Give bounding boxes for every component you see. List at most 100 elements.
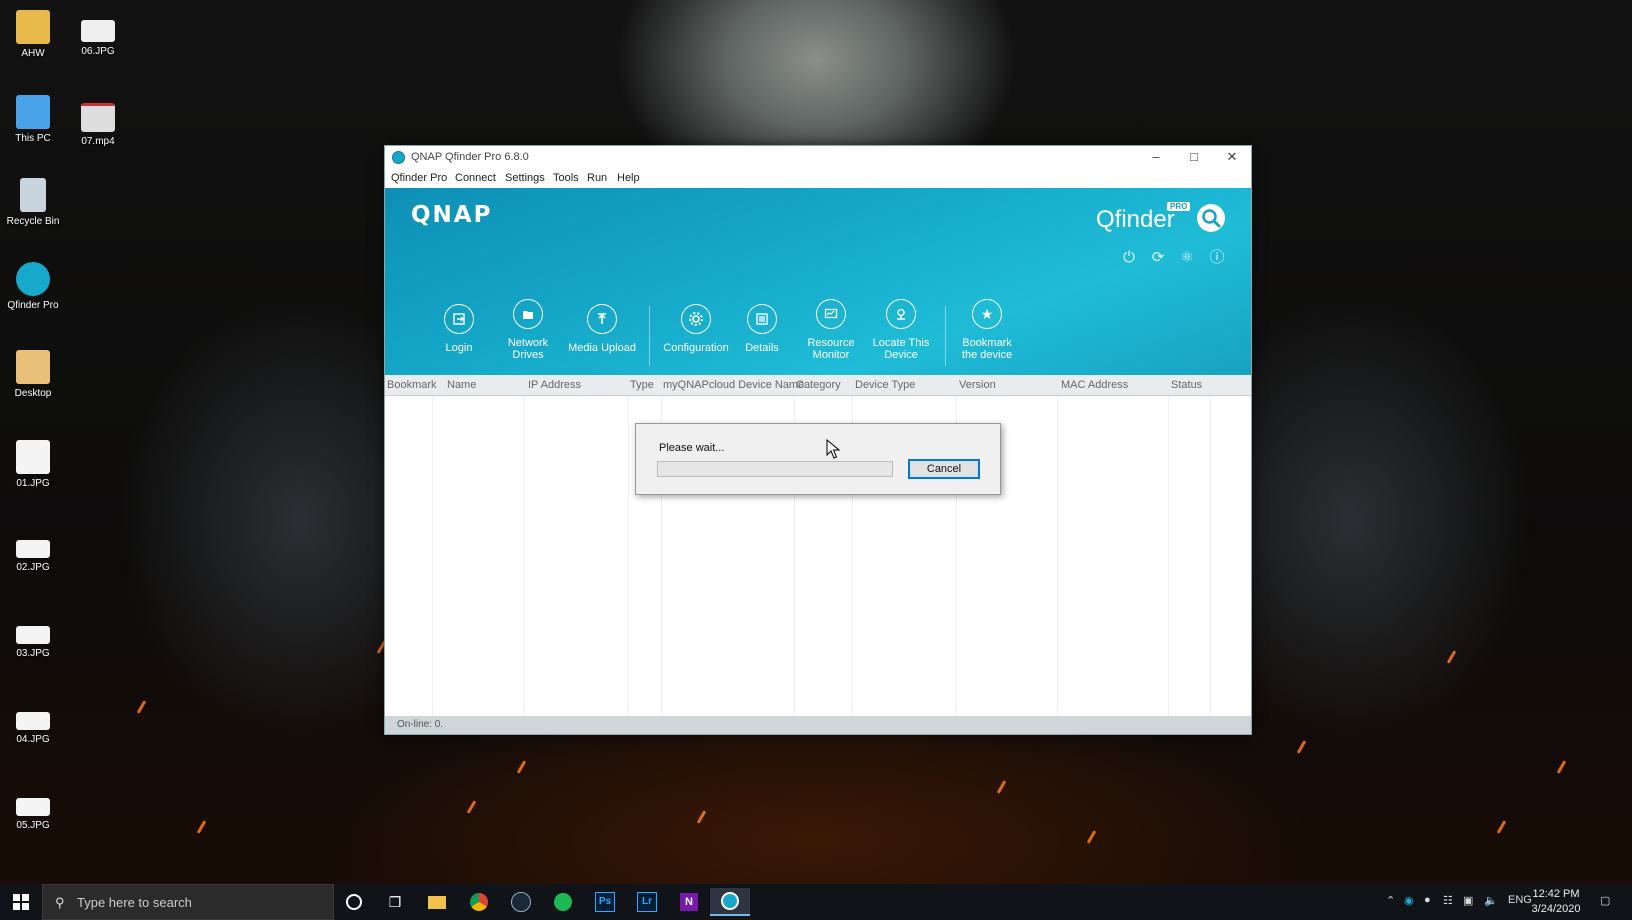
desktop-icon-03[interactable]: 03.JPG: [0, 626, 66, 659]
image-file-icon: [16, 798, 50, 816]
column-status[interactable]: Status: [1171, 379, 1202, 391]
toolbar-details[interactable]: Details: [726, 304, 798, 354]
folder-user-icon: [16, 10, 50, 44]
locate-icon: [886, 299, 916, 329]
steam-icon[interactable]: [501, 888, 541, 916]
start-button[interactable]: [0, 884, 42, 920]
image-file-icon: [16, 626, 50, 644]
menu-qfinder-pro[interactable]: Qfinder Pro: [391, 172, 447, 184]
desktop-icon-06[interactable]: 06.JPG: [65, 20, 131, 57]
globe-icon[interactable]: ⚛: [1177, 248, 1197, 268]
search-icon: ⚲: [55, 895, 65, 910]
show-hidden-icons[interactable]: ⌃: [1386, 894, 1395, 907]
menu-bar: Qfinder Pro Connect Settings Tools Run H…: [385, 168, 1251, 188]
toolbar-separator: [649, 306, 650, 366]
volume-icon[interactable]: 🔈: [1484, 894, 1498, 907]
upload-icon: [587, 304, 617, 334]
chrome-icon[interactable]: [459, 888, 499, 916]
minimize-button[interactable]: –: [1137, 146, 1175, 168]
network-drives-icon: [513, 299, 543, 329]
window-title: QNAP Qfinder Pro 6.8.0: [411, 151, 529, 163]
progress-bar: [657, 461, 893, 477]
qfinder-tray-icon[interactable]: ◉: [1404, 894, 1414, 907]
folder-icon: [16, 350, 50, 384]
clock[interactable]: 12:42 PM 3/24/2020: [1526, 887, 1586, 917]
taskbar-search[interactable]: ⚲ Type here to search: [42, 884, 334, 920]
image-file-icon: [16, 440, 50, 474]
toolbar-resource-monitor[interactable]: Resource Monitor: [795, 299, 867, 361]
toolbar-media-upload[interactable]: Media Upload: [566, 304, 638, 354]
column-category[interactable]: Category: [796, 379, 841, 391]
qfinder-app-icon: [392, 151, 405, 164]
dialog-message: Please wait...: [659, 442, 725, 454]
column-mac-address[interactable]: MAC Address: [1061, 379, 1128, 391]
desktop-icon-04[interactable]: 04.JPG: [0, 712, 66, 745]
photoshop-icon[interactable]: Ps: [585, 888, 625, 916]
menu-run[interactable]: Run: [587, 172, 607, 184]
taskbar: ⚲ Type here to search ❐ Ps Lr N ⌃ ◉ ● ☷ …: [0, 884, 1632, 920]
qfinder-logo: Qfinder: [1096, 206, 1175, 233]
toolbar-bookmark-device[interactable]: ★ Bookmark the device: [951, 299, 1023, 361]
search-icon[interactable]: [1197, 204, 1225, 232]
menu-connect[interactable]: Connect: [455, 172, 496, 184]
qfinder-icon: [16, 262, 50, 296]
header-banner: QNAP Qfinder PRO ⏻ ⟳ ⚛ ⓘ Login Network D…: [385, 188, 1251, 375]
onenote-icon[interactable]: N: [669, 888, 709, 916]
image-file-icon: [16, 540, 50, 558]
online-count: On-line: 0.: [397, 719, 444, 730]
menu-settings[interactable]: Settings: [505, 172, 545, 184]
column-ip-address[interactable]: IP Address: [528, 379, 581, 391]
cancel-button[interactable]: Cancel: [908, 459, 980, 479]
input-method-icon[interactable]: ☷: [1443, 894, 1453, 907]
toolbar-configuration[interactable]: Configuration: [660, 304, 732, 354]
file-explorer-icon[interactable]: [417, 888, 457, 916]
column-version[interactable]: Version: [959, 379, 996, 391]
recycle-bin-icon: [20, 178, 46, 212]
details-icon: [747, 304, 777, 334]
menu-tools[interactable]: Tools: [553, 172, 579, 184]
menu-help[interactable]: Help: [617, 172, 640, 184]
gear-icon: [681, 304, 711, 334]
desktop-icon-07[interactable]: 07.mp4: [65, 103, 131, 147]
close-button[interactable]: ✕: [1213, 146, 1251, 168]
toolbar-login[interactable]: Login: [423, 304, 495, 354]
power-icon[interactable]: ⏻: [1119, 248, 1139, 268]
qfinder-taskbar-icon[interactable]: [710, 888, 750, 916]
computer-icon: [16, 95, 50, 129]
desktop-icon-qfinder[interactable]: Qfinder Pro: [0, 262, 66, 311]
column-type[interactable]: Type: [630, 379, 654, 391]
maximize-button[interactable]: □: [1175, 146, 1213, 168]
clock-date: 3/24/2020: [1531, 903, 1581, 915]
column-bookmark[interactable]: Bookmark: [387, 379, 437, 391]
network-icon[interactable]: ▣: [1463, 894, 1473, 907]
mouse-cursor-icon: [826, 439, 840, 459]
desktop-icon-02[interactable]: 02.JPG: [0, 540, 66, 573]
desktop-icon-01[interactable]: 01.JPG: [0, 440, 66, 489]
lightroom-icon[interactable]: Lr: [627, 888, 667, 916]
cortana-icon[interactable]: [334, 888, 374, 916]
login-icon: [444, 304, 474, 334]
spotify-icon[interactable]: [543, 888, 583, 916]
desktop-icon-recycle-bin[interactable]: Recycle Bin: [0, 178, 66, 227]
toolbar-network-drives[interactable]: Network Drives: [492, 299, 564, 361]
search-placeholder: Type here to search: [77, 895, 192, 910]
info-icon[interactable]: ⓘ: [1207, 248, 1227, 268]
desktop-icon-desktop[interactable]: Desktop: [0, 350, 66, 399]
task-view-icon[interactable]: ❐: [375, 888, 415, 916]
image-file-icon: [81, 20, 115, 42]
notifications-icon[interactable]: ▢: [1600, 894, 1610, 907]
refresh-icon[interactable]: ⟳: [1148, 248, 1168, 268]
column-device-type[interactable]: Device Type: [855, 379, 915, 391]
title-bar[interactable]: QNAP Qfinder Pro 6.8.0 – □ ✕: [385, 146, 1251, 168]
column-myqnapcloud-name[interactable]: myQNAPcloud Device Name: [663, 379, 804, 391]
monitor-icon: [816, 299, 846, 329]
toolbar-locate-device[interactable]: Locate This Device: [865, 299, 937, 361]
please-wait-dialog: Please wait... Cancel: [635, 423, 1001, 495]
star-icon: ★: [972, 299, 1002, 329]
desktop-icon-this-pc[interactable]: This PC: [0, 95, 66, 144]
column-name[interactable]: Name: [447, 379, 476, 391]
microphone-icon[interactable]: ●: [1424, 894, 1431, 906]
device-list-header: Bookmark Name IP Address Type myQNAPclou…: [385, 375, 1251, 396]
desktop-icon-05[interactable]: 05.JPG: [0, 798, 66, 831]
desktop-icon-ahw[interactable]: AHW: [0, 10, 66, 59]
